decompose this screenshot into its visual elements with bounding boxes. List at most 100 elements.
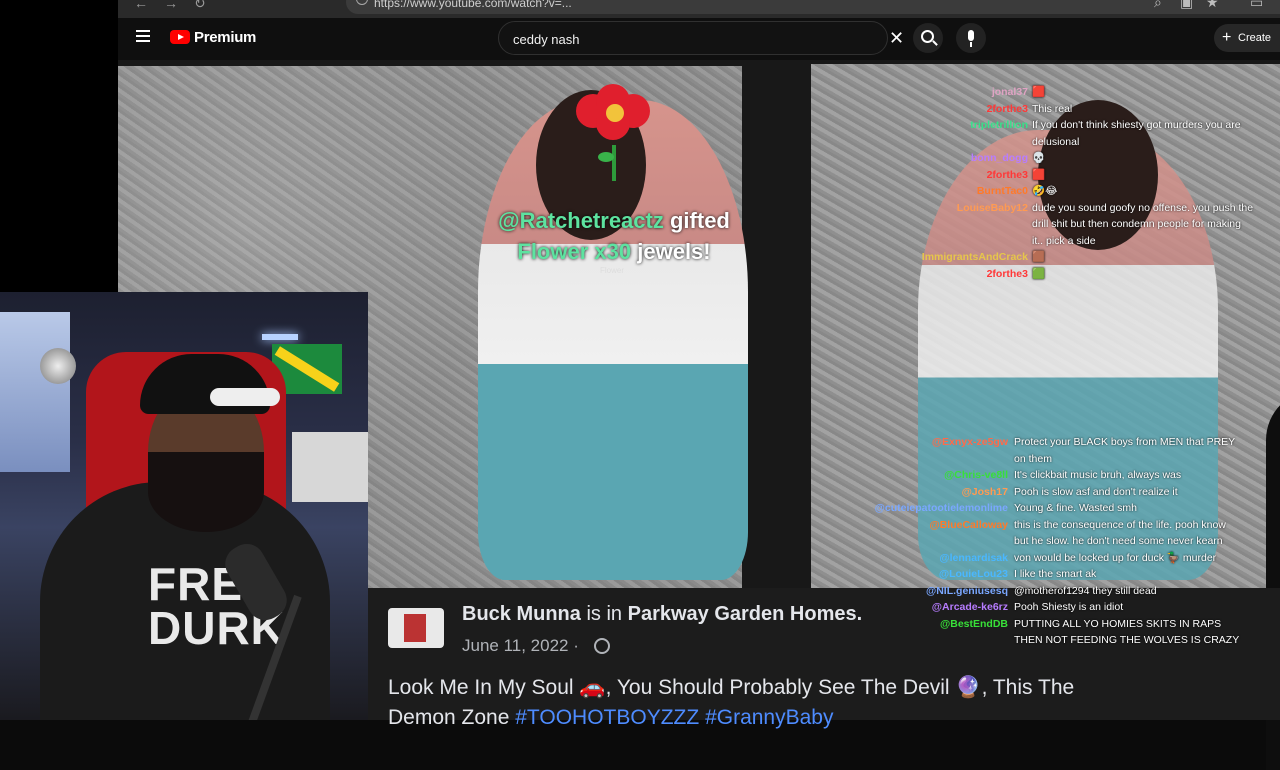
chat-msg: this is the consequence of the life. poo… [1014, 518, 1226, 531]
chat-line: on them [822, 451, 1239, 468]
chat-user: @lennardisak [939, 551, 1008, 564]
forward-icon[interactable]: → [164, 0, 178, 11]
webcam-shelf [292, 432, 368, 502]
chat-line: @Josh17 Pooh is slow asf and don't realiz… [822, 484, 1239, 501]
avatar [388, 608, 444, 648]
chat-msg: Pooh Shiesty is an idiot [1014, 601, 1124, 613]
webcam-led-light [262, 334, 298, 340]
chat-msg: delusional [1032, 135, 1080, 148]
disco-ball [40, 348, 76, 384]
chat-line: jonal37 🟥 [842, 84, 1253, 101]
chat-user: bonn_dogg [970, 152, 1028, 164]
streamer-beard [148, 452, 264, 532]
search-box[interactable]: ✕ [498, 21, 904, 55]
black-side-strip [0, 0, 118, 292]
chat-msg: but he slow. he don't need some never ke… [1014, 535, 1223, 547]
chat-user: 2forthe3 [986, 267, 1028, 280]
chat-line: it.. pick a side [842, 233, 1253, 250]
chat-line: bonn_dogg 💀 [842, 150, 1253, 167]
chat-msg: it.. pick a side [1032, 234, 1096, 247]
chat-line: ImmigrantsAndCrack 🟫 [842, 249, 1253, 266]
chat-line: @LouieLou23 I like the smart ak [822, 566, 1239, 583]
chat-line: but he slow. he don't need some never ke… [822, 533, 1239, 550]
chat-user: @Exnyx-ze5gw [931, 436, 1008, 448]
chat-msg: Young & fine. Wasted smh [1014, 502, 1137, 514]
chat-msg: This real [1032, 102, 1073, 115]
chat-msg: drill shit but then condemn people for m… [1032, 218, 1241, 230]
post-hashtag-1: #TOOHOTBOYZZZ [515, 706, 700, 729]
chat-msg: I like the smart ak [1014, 568, 1097, 580]
chat-line: delusional [842, 134, 1253, 151]
chat-msg: Protect your BLACK boys from MEN that PR… [1014, 436, 1236, 448]
bookmark-star-icon[interactable]: ★ [1206, 0, 1219, 11]
chat-line: @cuteiepatootielemonlime Young & fine. Wa… [822, 500, 1239, 517]
chat-msg: 🟩 [1032, 267, 1046, 280]
chat-line: @Exnyx-ze5gw Protect your BLACK boys from… [822, 434, 1239, 451]
youtube-premium-label[interactable]: Premium [194, 29, 256, 46]
chat-user: @BestEndDB [940, 617, 1008, 630]
address-bar[interactable]: https://www.youtube.com/watch?v=... [346, 0, 1280, 14]
chat-user: ImmigrantsAndCrack [921, 251, 1028, 263]
chat-user: 2forthe3 [986, 168, 1028, 181]
zoom-icon[interactable]: ⌕ [1154, 0, 1162, 11]
chat-overlay-bottom: @Exnyx-ze5gw Protect your BLACK boys from… [822, 434, 1240, 649]
gift-count: x30 [594, 239, 632, 264]
globe-icon [594, 638, 610, 654]
chat-user: jonal37 [991, 86, 1028, 98]
chat-user: BurntTac0 [976, 185, 1028, 197]
post-hashtag-2: #GrannyBaby [705, 706, 834, 729]
chat-msg: Pooh is slow asf and don't realize it [1014, 485, 1178, 498]
chat-line: @NIL.geniusesq @motherof1294 they still d… [822, 583, 1239, 600]
back-icon[interactable]: ← [134, 0, 148, 11]
gift-item: Flower [517, 239, 589, 264]
chat-line: tripletrillion If you don't think shiesty… [842, 117, 1253, 134]
gift-word: gifted [669, 208, 730, 233]
chat-line: BurntTac0 🤣😂 [842, 183, 1253, 200]
create-label: Create [1238, 32, 1272, 44]
chat-user: @Josh17 [961, 485, 1008, 498]
clear-search-icon[interactable]: ✕ [889, 28, 904, 49]
chat-msg: 🟥 [1032, 86, 1046, 98]
gift-user: @Ratchetreactz [498, 208, 664, 233]
flower-gift-icon [576, 84, 656, 181]
chat-user: 2forthe3 [986, 102, 1028, 115]
chat-user: @Arcade-ke6rz [931, 601, 1008, 613]
chat-msg: It's clickbait music bruh, always was [1014, 469, 1182, 481]
chat-user: @Chris-ve8ll [944, 469, 1008, 481]
chat-line: drill shit but then condemn people for m… [842, 216, 1253, 233]
youtube-logo-icon[interactable] [170, 30, 190, 44]
menu-icon[interactable] [136, 30, 150, 42]
gift-suffix: jewels! [637, 239, 711, 264]
window-icon[interactable]: ▭ [1250, 0, 1263, 11]
browser-toolbar: ← → ↻ https://www.youtube.com/watch?v=..… [118, 0, 1280, 18]
post-text-line2: Demon Zone #TOOHOTBOYZZZ #GrannyBaby [388, 706, 833, 730]
site-info-icon[interactable] [356, 0, 368, 5]
search-input[interactable] [511, 29, 845, 49]
chat-msg: on them [1014, 452, 1052, 465]
chat-line: @BlueCalloway this is the consequence of … [822, 517, 1239, 534]
chat-msg: @motherof1294 they still dead [1014, 584, 1157, 597]
search-icon[interactable] [913, 23, 943, 53]
post-header: Buck Munna is in Parkway Garden Homes. [462, 603, 862, 626]
chat-msg: 💀 [1032, 152, 1046, 164]
chat-line: LouiseBaby12 dude you sound goofy no offe… [842, 200, 1253, 217]
chat-msg: von would be locked up for duck 🦆 murder [1014, 551, 1217, 564]
chat-line: @Chris-ve8ll It's clickbait music bruh, a… [822, 467, 1239, 484]
chat-overlay-top: jonal37 🟥 2forthe3 This real tripletrillio… [842, 84, 1253, 282]
post-is-in: is in [586, 603, 623, 625]
webcam-window-light [0, 312, 70, 472]
microphone-icon[interactable] [956, 23, 986, 53]
extension-icon[interactable]: ▣ [1180, 0, 1193, 11]
create-button[interactable]: + Create [1214, 24, 1280, 52]
chat-msg: 🤣😂 [1032, 185, 1058, 197]
post-author: Buck Munna [462, 603, 581, 625]
chat-user: @cuteiepatootielemonlime [874, 502, 1008, 514]
chat-user: tripletrillion [970, 119, 1028, 131]
streamer-cap-brim [210, 388, 280, 406]
reload-icon[interactable]: ↻ [194, 0, 206, 12]
chat-msg: If you don't think shiesty got murders y… [1032, 119, 1241, 131]
chat-msg: PUTTING ALL YO HOMIES SKITS IN RAPS [1014, 617, 1222, 630]
post-date: June 11, 2022 · [462, 636, 579, 655]
post-text-prefix: Demon Zone [388, 706, 510, 729]
webcam-overlay: FREE DURK [0, 292, 368, 720]
